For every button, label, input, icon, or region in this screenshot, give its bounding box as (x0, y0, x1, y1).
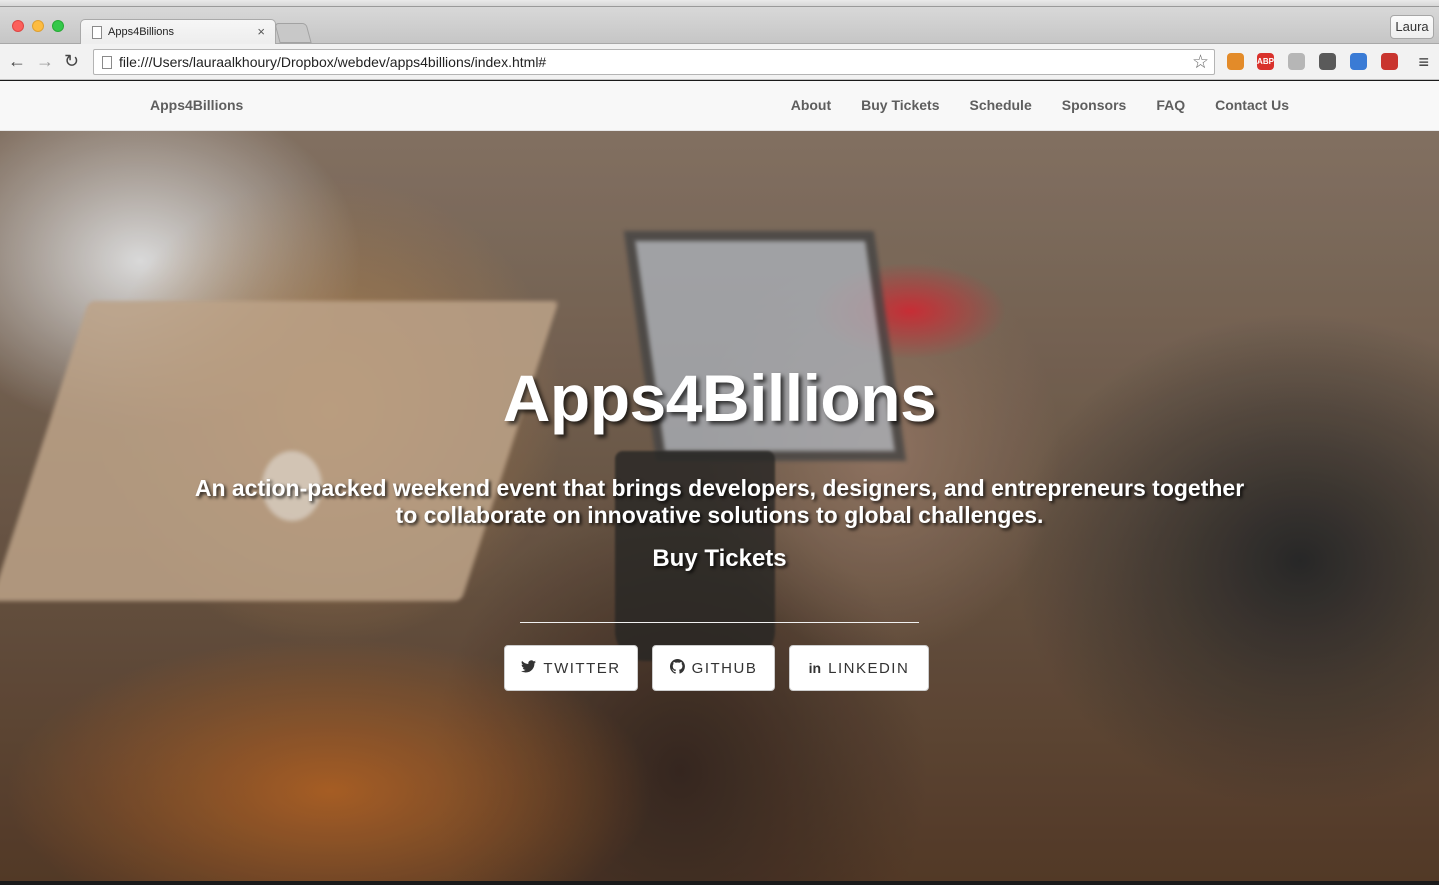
twitter-label: TWITTER (543, 659, 621, 677)
nav-sponsors[interactable]: Sponsors (1062, 97, 1127, 113)
mac-menubar (0, 0, 1439, 7)
linkedin-icon: in (808, 660, 822, 676)
menu-icon[interactable]: ≡ (1418, 52, 1429, 73)
hero-title: Apps4Billions (502, 361, 937, 435)
minimize-window-button[interactable] (32, 20, 44, 32)
forward-icon[interactable]: → (36, 51, 54, 71)
linkedin-label: LINKEDIN (828, 659, 910, 677)
page-icon (92, 26, 102, 39)
nav-buy-tickets[interactable]: Buy Tickets (861, 97, 939, 113)
site-brand[interactable]: Apps4Billions (150, 97, 243, 113)
back-icon[interactable]: ← (8, 51, 26, 71)
github-icon (669, 659, 685, 677)
browser-window: Apps4Billions × Laura ← → ↻ file:///User… (0, 0, 1439, 885)
browser-tab[interactable]: Apps4Billions × (80, 19, 276, 45)
page-icon (102, 56, 112, 69)
tab-close-icon[interactable]: × (257, 24, 265, 39)
bookmark-star-icon[interactable]: ☆ (1192, 51, 1209, 74)
close-window-button[interactable] (12, 20, 24, 32)
extension-icon[interactable] (1381, 53, 1398, 70)
site-navbar: Apps4Billions About Buy Tickets Schedule… (0, 81, 1439, 131)
extension-icon[interactable] (1227, 53, 1244, 70)
window-bottom-edge (0, 881, 1439, 885)
github-label: GITHUB (691, 659, 758, 677)
buy-tickets-link[interactable]: Buy Tickets (0, 545, 1439, 573)
nav-faq[interactable]: FAQ (1156, 97, 1185, 113)
hero-divider (520, 622, 919, 623)
linkedin-button[interactable]: in LINKEDIN (789, 645, 929, 691)
github-button[interactable]: GITHUB (652, 645, 775, 691)
profile-button[interactable]: Laura (1390, 15, 1434, 39)
nav-about[interactable]: About (791, 97, 831, 113)
hero-section: Apps4Billions An action-packed weekend e… (0, 131, 1439, 881)
extension-icon[interactable] (1319, 53, 1336, 70)
maximize-window-button[interactable] (52, 20, 64, 32)
tab-strip: Apps4Billions × Laura (0, 7, 1439, 45)
new-tab-button[interactable] (274, 23, 312, 43)
nav-contact-us[interactable]: Contact Us (1215, 97, 1289, 113)
calendar-icon[interactable] (1350, 53, 1367, 70)
twitter-icon (521, 660, 537, 676)
tab-title: Apps4Billions (108, 26, 175, 38)
browser-toolbar: ← → ↻ file:///Users/lauraalkhoury/Dropbo… (0, 44, 1439, 80)
nav-schedule[interactable]: Schedule (969, 97, 1031, 113)
address-bar[interactable]: file:///Users/lauraalkhoury/Dropbox/webd… (93, 49, 1215, 75)
adblock-icon[interactable]: ABP (1257, 53, 1274, 70)
twitter-button[interactable]: TWITTER (504, 645, 638, 691)
url-text[interactable]: file:///Users/lauraalkhoury/Dropbox/webd… (119, 54, 546, 70)
web-page: Apps4Billions About Buy Tickets Schedule… (0, 81, 1439, 881)
hero-subtitle: An action-packed weekend event that brin… (194, 475, 1245, 528)
extension-icon[interactable] (1288, 53, 1305, 70)
reload-icon[interactable]: ↻ (64, 51, 79, 71)
nav-links: About Buy Tickets Schedule Sponsors FAQ … (761, 97, 1289, 113)
